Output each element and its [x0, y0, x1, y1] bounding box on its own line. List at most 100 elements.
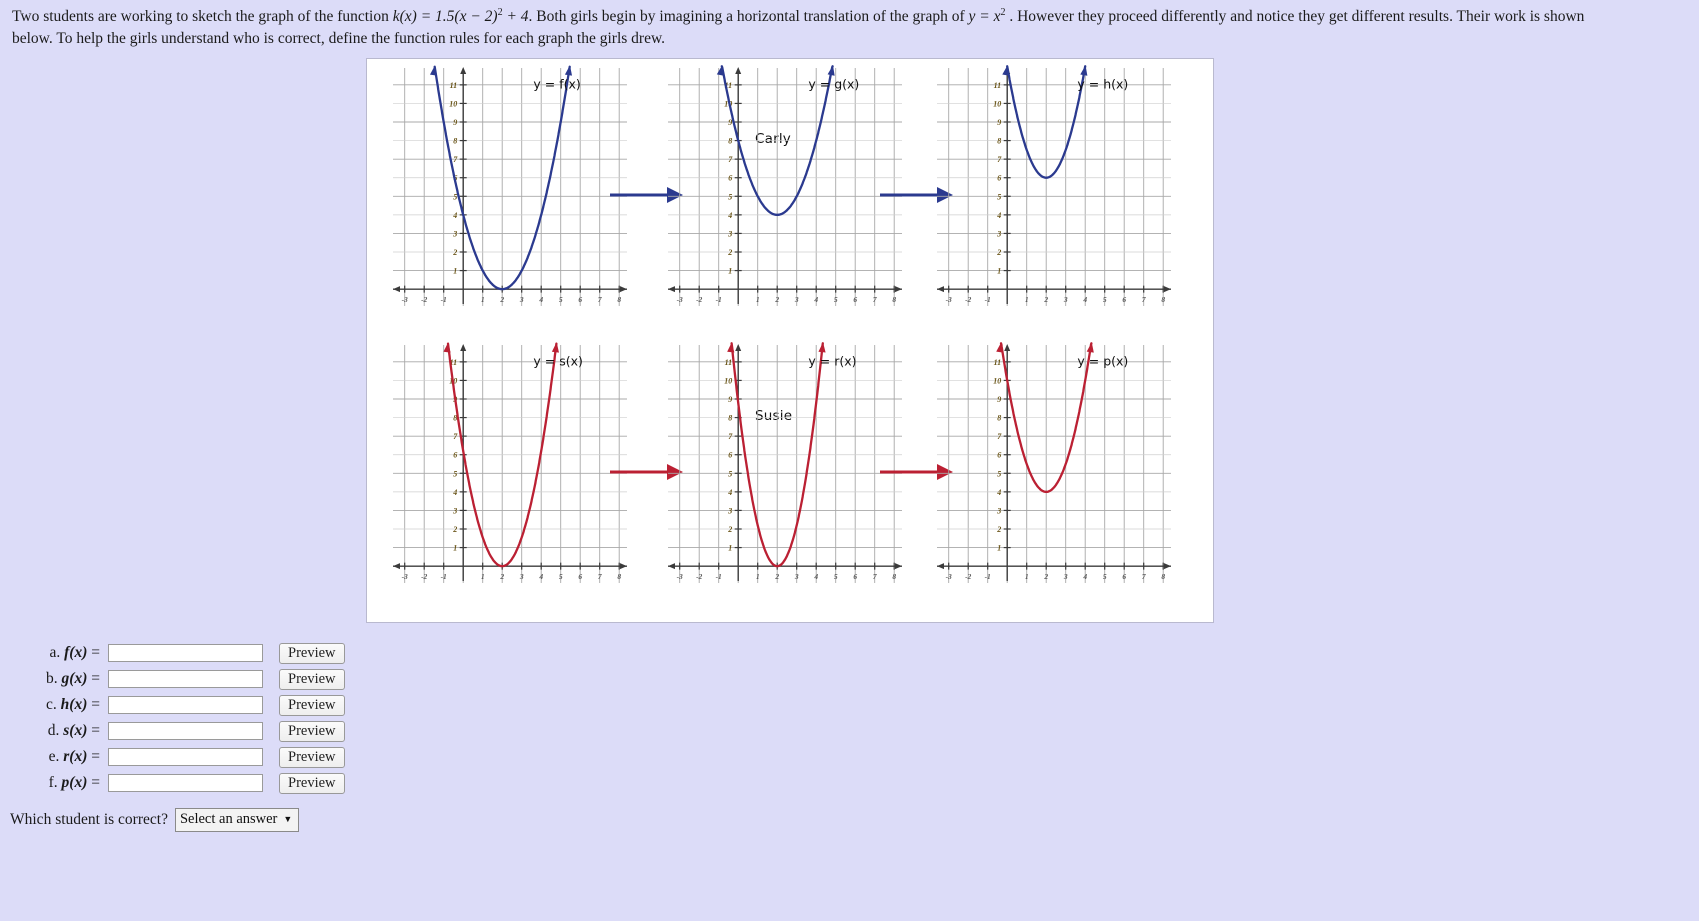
answer-fn-arg: (x)	[69, 696, 88, 713]
preview-button-r[interactable]: Preview	[279, 746, 345, 768]
answer-equals: =	[91, 670, 100, 687]
answer-fn-arg: (x)	[69, 748, 88, 765]
svg-text:-2: -2	[421, 295, 427, 304]
function-k-tail: + 4	[502, 8, 529, 26]
answer-label-f: a. f(x) =	[0, 644, 108, 662]
svg-text:7: 7	[1142, 295, 1146, 304]
svg-text:2: 2	[452, 248, 457, 257]
svg-text:-3: -3	[402, 572, 408, 581]
svg-text:7: 7	[728, 432, 733, 441]
svg-text:-3: -3	[946, 572, 952, 581]
svg-text:8: 8	[997, 137, 1001, 146]
function-y-expression: y = x2	[968, 7, 1006, 26]
svg-text:8: 8	[1161, 572, 1165, 581]
svg-text:4: 4	[727, 211, 732, 220]
svg-text:-3: -3	[402, 295, 408, 304]
svg-text:y = h(x): y = h(x)	[1077, 77, 1128, 92]
svg-text:5: 5	[997, 192, 1001, 201]
svg-text:10: 10	[449, 99, 457, 108]
svg-text:1: 1	[756, 572, 760, 581]
prompt-text-2: . Both girls begin by imagining a horizo…	[528, 8, 969, 26]
svg-text:9: 9	[728, 395, 732, 404]
svg-text:7: 7	[728, 155, 733, 164]
answer-letter: b.	[46, 670, 58, 687]
svg-text:7: 7	[453, 432, 458, 441]
answer-input-s[interactable]	[108, 722, 263, 740]
svg-text:10: 10	[724, 376, 732, 385]
svg-text:3: 3	[452, 506, 457, 515]
svg-text:7: 7	[997, 432, 1002, 441]
svg-text:y = p(x): y = p(x)	[1077, 354, 1128, 369]
svg-text:-2: -2	[696, 295, 702, 304]
svg-text:-1: -1	[716, 572, 722, 581]
select-value: Select an answer	[179, 811, 278, 827]
svg-text:-1: -1	[441, 572, 447, 581]
graph-panel-g: 1 2 3 4 5 6 7 8 9 10 11 -3 -2 -1 1 2 3 4 5 6 7 8 y = g(x)	[660, 62, 908, 334]
svg-text:-2: -2	[421, 572, 427, 581]
svg-text:4: 4	[996, 488, 1001, 497]
preview-button-f[interactable]: Preview	[279, 642, 345, 664]
svg-text:2: 2	[996, 248, 1001, 257]
chevron-down-icon: ▼	[283, 814, 293, 824]
svg-text:3: 3	[996, 229, 1001, 238]
preview-button-s[interactable]: Preview	[279, 720, 345, 742]
svg-text:9: 9	[453, 118, 457, 127]
svg-text:10: 10	[993, 376, 1001, 385]
answer-label-g: b. g(x) =	[0, 670, 108, 688]
svg-text:5: 5	[997, 469, 1001, 478]
answer-letter: f.	[48, 774, 58, 791]
answer-equals: =	[91, 774, 100, 791]
svg-text:4: 4	[996, 211, 1001, 220]
graph-panel-h: 1 2 3 4 5 6 7 8 9 10 11 -3 -2 -1 1 2 3 4 5 6 7 8 y = h(x)	[929, 62, 1177, 334]
answer-input-f[interactable]	[108, 644, 263, 662]
svg-text:2: 2	[499, 295, 504, 304]
svg-text:5: 5	[559, 295, 563, 304]
answer-input-r[interactable]	[108, 748, 263, 766]
answer-input-g[interactable]	[108, 670, 263, 688]
svg-text:6: 6	[578, 572, 582, 581]
answer-fn-arg: (x)	[69, 644, 88, 661]
graphs-figure: Carly Susie 1 2 3 4 5 6 7 8 9 10 11 -3 -2 -1 1 2 3 4 5 6 7 8 y…	[366, 58, 1214, 623]
svg-text:6: 6	[728, 451, 732, 460]
svg-text:6: 6	[1122, 572, 1126, 581]
svg-text:3: 3	[452, 229, 457, 238]
answer-input-p[interactable]	[108, 774, 263, 792]
svg-text:y = g(x): y = g(x)	[808, 77, 859, 92]
svg-text:-3: -3	[677, 295, 683, 304]
svg-text:3: 3	[727, 506, 732, 515]
preview-button-p[interactable]: Preview	[279, 772, 345, 794]
svg-text:2: 2	[499, 572, 504, 581]
which-student-label: Which student is correct?	[10, 811, 168, 828]
susie-graph-row: 1 2 3 4 5 6 7 8 9 10 11 -3 -2 -1 1 2 3 4 5 6 7 8 y = s(x) 1234…	[367, 339, 1215, 611]
svg-text:1: 1	[728, 267, 732, 276]
function-y-body: y = x	[968, 8, 1001, 26]
graph-panel-r: 1 2 3 4 5 6 7 8 9 10 11 -3 -2 -1 1 2 3 4 5 6 7 8 y = r(x)	[660, 339, 908, 611]
svg-text:-1: -1	[985, 295, 991, 304]
svg-text:4: 4	[452, 211, 457, 220]
svg-text:-3: -3	[677, 572, 683, 581]
answer-letter: e.	[48, 748, 60, 765]
preview-button-h[interactable]: Preview	[279, 694, 345, 716]
svg-text:4: 4	[813, 295, 818, 304]
svg-text:9: 9	[997, 118, 1001, 127]
svg-text:2: 2	[1043, 295, 1048, 304]
svg-text:7: 7	[1142, 572, 1146, 581]
svg-text:y = r(x): y = r(x)	[808, 354, 856, 369]
svg-text:y = s(x): y = s(x)	[533, 354, 582, 369]
svg-text:6: 6	[997, 174, 1001, 183]
answer-input-h[interactable]	[108, 696, 263, 714]
svg-text:5: 5	[559, 572, 563, 581]
svg-text:6: 6	[453, 451, 457, 460]
svg-text:2: 2	[774, 572, 779, 581]
svg-text:3: 3	[519, 572, 524, 581]
answer-letter: c.	[46, 696, 57, 713]
svg-text:4: 4	[452, 488, 457, 497]
preview-button-g[interactable]: Preview	[279, 668, 345, 690]
which-student-question: Which student is correct? Select an answ…	[10, 808, 300, 832]
svg-text:8: 8	[728, 414, 732, 423]
svg-text:11: 11	[450, 81, 458, 90]
svg-text:-2: -2	[696, 572, 702, 581]
student-answer-select[interactable]: Select an answer ▼	[174, 808, 300, 832]
svg-text:2: 2	[996, 525, 1001, 534]
svg-text:6: 6	[728, 174, 732, 183]
